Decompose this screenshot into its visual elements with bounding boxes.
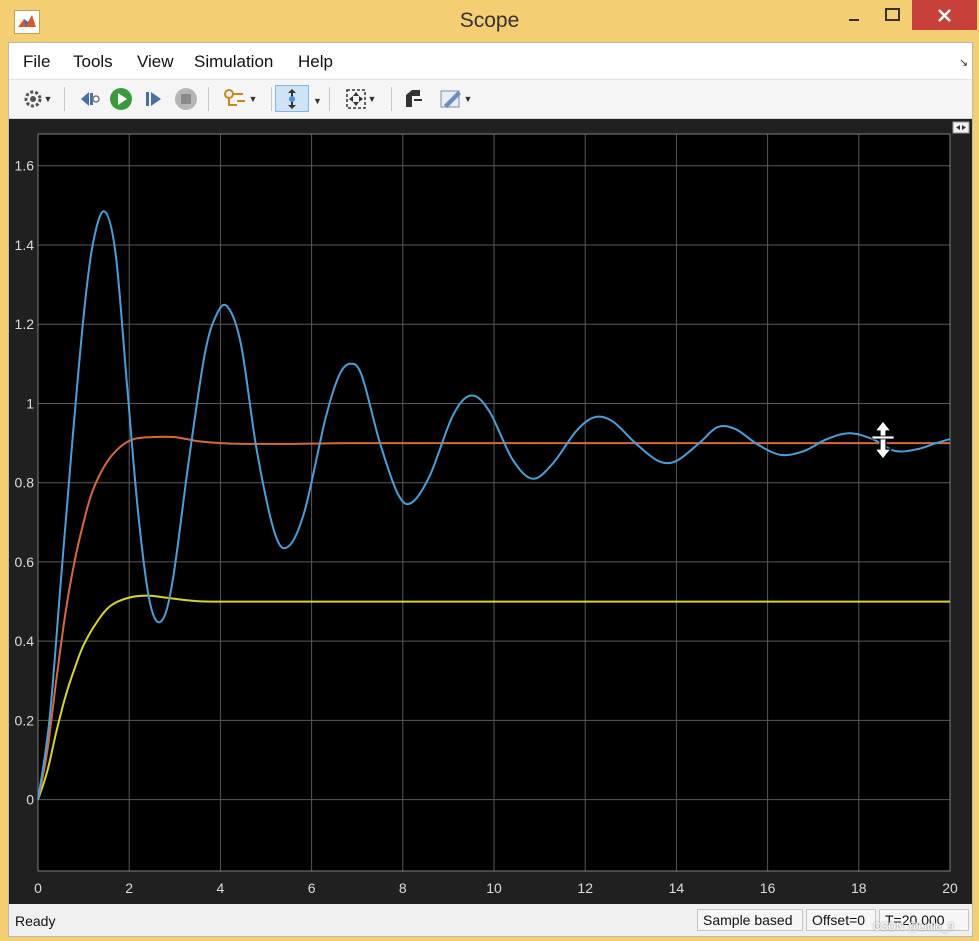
dropdown-arrow-icon: ▼: [367, 93, 377, 104]
menu-simulation[interactable]: Simulation: [194, 52, 273, 72]
step-forward-icon: [146, 91, 161, 106]
step-forward-button[interactable]: [140, 85, 168, 112]
scope-plot[interactable]: 0 2 4 6 8 10 12 14 16 18 20 0 0.2 0.4 0.6 0.8 1 1.2 1.4 1.6: [9, 119, 972, 904]
dropdown-arrow-icon: ▼: [463, 93, 473, 104]
menu-bar: File Tools View Simulation Help ↘: [9, 43, 972, 80]
menu-file[interactable]: File: [23, 52, 50, 72]
minimize-button[interactable]: [836, 0, 874, 30]
maximize-axes-icon[interactable]: [952, 121, 970, 134]
x-tick-label: 20: [942, 880, 958, 896]
toolbar-separator: [329, 87, 330, 111]
y-tick-label: 0.2: [15, 712, 35, 728]
y-tick-label: 0.4: [15, 633, 35, 649]
x-tick-label: 6: [308, 880, 316, 896]
x-tick-label: 8: [399, 880, 407, 896]
zoom-icon: [288, 88, 296, 109]
x-tick-label: 2: [125, 880, 133, 896]
toolbar-separator: [64, 87, 65, 111]
y-tick-label: 1.2: [15, 316, 35, 332]
parameters-button[interactable]: ▼: [17, 85, 57, 112]
status-sample-mode: Sample based: [697, 909, 803, 931]
menu-help[interactable]: Help: [298, 52, 333, 72]
scope-client-area: File Tools View Simulation Help ↘ ▼ ▼ ▼ …: [8, 42, 973, 937]
step-back-button[interactable]: [75, 85, 103, 112]
toolbar-separator: [271, 87, 272, 111]
status-bar: Ready Sample based Offset=0 T=20.000: [9, 905, 972, 935]
status-ready: Ready: [15, 913, 56, 929]
highlight-icon: [223, 88, 245, 106]
x-tick-label: 16: [760, 880, 776, 896]
y-tick-label: 1: [26, 395, 34, 411]
status-offset: Offset=0: [806, 909, 876, 931]
menu-view[interactable]: View: [137, 52, 174, 72]
dock-arrow-icon[interactable]: ↘: [959, 56, 968, 69]
step-back-icon: [81, 91, 100, 106]
watermark: CSDN @Little_9: [873, 921, 954, 933]
run-button[interactable]: [107, 85, 135, 112]
close-button[interactable]: [912, 0, 977, 30]
x-tick-label: 18: [851, 880, 867, 896]
x-tick-label: 0: [34, 880, 42, 896]
y-tick-label: 1.6: [15, 158, 35, 174]
gear-icon: [24, 90, 42, 107]
run-icon: [110, 87, 132, 110]
dropdown-arrow-icon: ▼: [43, 93, 53, 104]
scope-window: Scope File Tools View Simulation Help ↘ …: [0, 0, 979, 941]
menu-tools[interactable]: Tools: [73, 52, 113, 72]
x-tick-label: 12: [577, 880, 593, 896]
y-tick-label: 0.8: [15, 475, 35, 491]
toolbar-separator: [391, 87, 392, 111]
maximize-button[interactable]: [874, 0, 912, 30]
fit-to-view-button[interactable]: ▼: [338, 85, 382, 112]
highlight-button[interactable]: ▼: [217, 85, 263, 112]
style-button[interactable]: ▼: [432, 85, 478, 112]
y-tick-label: 0.6: [15, 554, 35, 570]
title-bar[interactable]: Scope: [0, 0, 979, 42]
dropdown-arrow-icon[interactable]: ▼: [313, 96, 322, 106]
x-tick-label: 14: [669, 880, 685, 896]
x-tick-label: 10: [486, 880, 502, 896]
cursor-measurements-button[interactable]: [399, 85, 427, 112]
style-icon: [440, 90, 461, 108]
dropdown-arrow-icon: ▼: [248, 93, 258, 104]
toolbar-separator: [208, 87, 209, 111]
window-title: Scope: [459, 9, 520, 32]
toolbar: ▼ ▼ ▼ ▼ ▼: [9, 80, 972, 119]
y-tick-label: 0: [26, 792, 34, 808]
y-tick-label: 1.4: [15, 237, 35, 253]
x-tick-label: 4: [217, 880, 225, 896]
stop-button[interactable]: [172, 85, 200, 112]
cursor-measure-icon: [406, 89, 422, 107]
fit-to-view-icon: [345, 88, 366, 109]
stop-icon: [175, 87, 197, 110]
zoom-button[interactable]: [275, 85, 309, 112]
